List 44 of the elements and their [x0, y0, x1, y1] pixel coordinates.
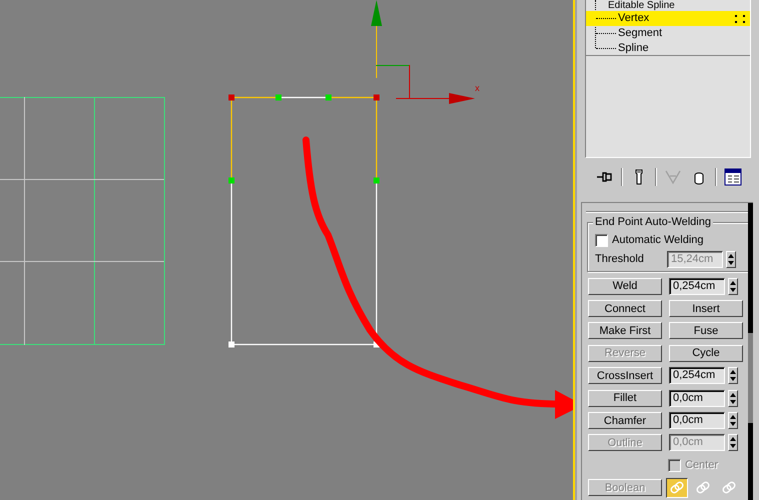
- spinner-arrows[interactable]: [728, 412, 738, 430]
- command-button[interactable]: Chamfer: [588, 412, 662, 430]
- vertex-handle[interactable]: [374, 94, 380, 100]
- value-field[interactable]: 0,0cm: [669, 412, 725, 430]
- axis-label: x: [475, 83, 480, 93]
- vertex-handle[interactable]: [228, 94, 234, 100]
- spinner-arrows[interactable]: [728, 434, 738, 452]
- configure-button[interactable]: [723, 167, 743, 187]
- vertex-handle[interactable]: [326, 94, 332, 100]
- vertex-handle[interactable]: [228, 178, 234, 184]
- modifier-name[interactable]: Editable Spline: [608, 0, 675, 11]
- sub-object-item[interactable]: Segment: [586, 26, 750, 41]
- value-field[interactable]: 0,0cm: [669, 390, 725, 407]
- checkbox[interactable]: [595, 234, 608, 246]
- vertex-handle[interactable]: [276, 94, 282, 100]
- spinner-arrows[interactable]: [728, 278, 738, 295]
- configure-icon: [723, 167, 743, 187]
- scrollbar-thumb[interactable]: [748, 333, 753, 423]
- vertex-dots-icon: [734, 14, 746, 23]
- command-button[interactable]: Insert: [669, 300, 743, 318]
- command-button[interactable]: Weld: [588, 278, 662, 295]
- command-button[interactable]: CrossInsert: [588, 367, 662, 384]
- sub-object-item[interactable]: Vertex: [586, 11, 750, 26]
- command-button[interactable]: Make First: [588, 322, 662, 340]
- overlap-shapes-icon: [669, 480, 685, 496]
- checkbox-label: Automatic Welding: [612, 234, 704, 246]
- group-title: End Point Auto-Welding: [593, 216, 713, 229]
- spinner-arrows[interactable]: [728, 367, 738, 384]
- command-button[interactable]: Cycle: [669, 344, 743, 362]
- field-label: Threshold: [595, 253, 645, 265]
- value-field[interactable]: 0,254cm: [669, 278, 725, 295]
- spinner-arrows[interactable]: [726, 250, 736, 268]
- sub-object-item[interactable]: Spline: [586, 41, 750, 56]
- vertex-handle[interactable]: [228, 342, 234, 348]
- checkbox-label: Center: [685, 459, 718, 472]
- boolean-mode-button[interactable]: [666, 478, 688, 498]
- command-button[interactable]: Fillet: [588, 390, 662, 407]
- overlap-shapes-icon: [695, 480, 711, 496]
- command-button[interactable]: Fuse: [669, 322, 743, 340]
- command-button[interactable]: Connect: [588, 300, 662, 318]
- value-field[interactable]: 0,254cm: [669, 367, 725, 384]
- overlap-shapes-icon: [721, 480, 737, 496]
- vertex-handle[interactable]: [374, 178, 380, 184]
- spinner-arrows[interactable]: [728, 390, 738, 407]
